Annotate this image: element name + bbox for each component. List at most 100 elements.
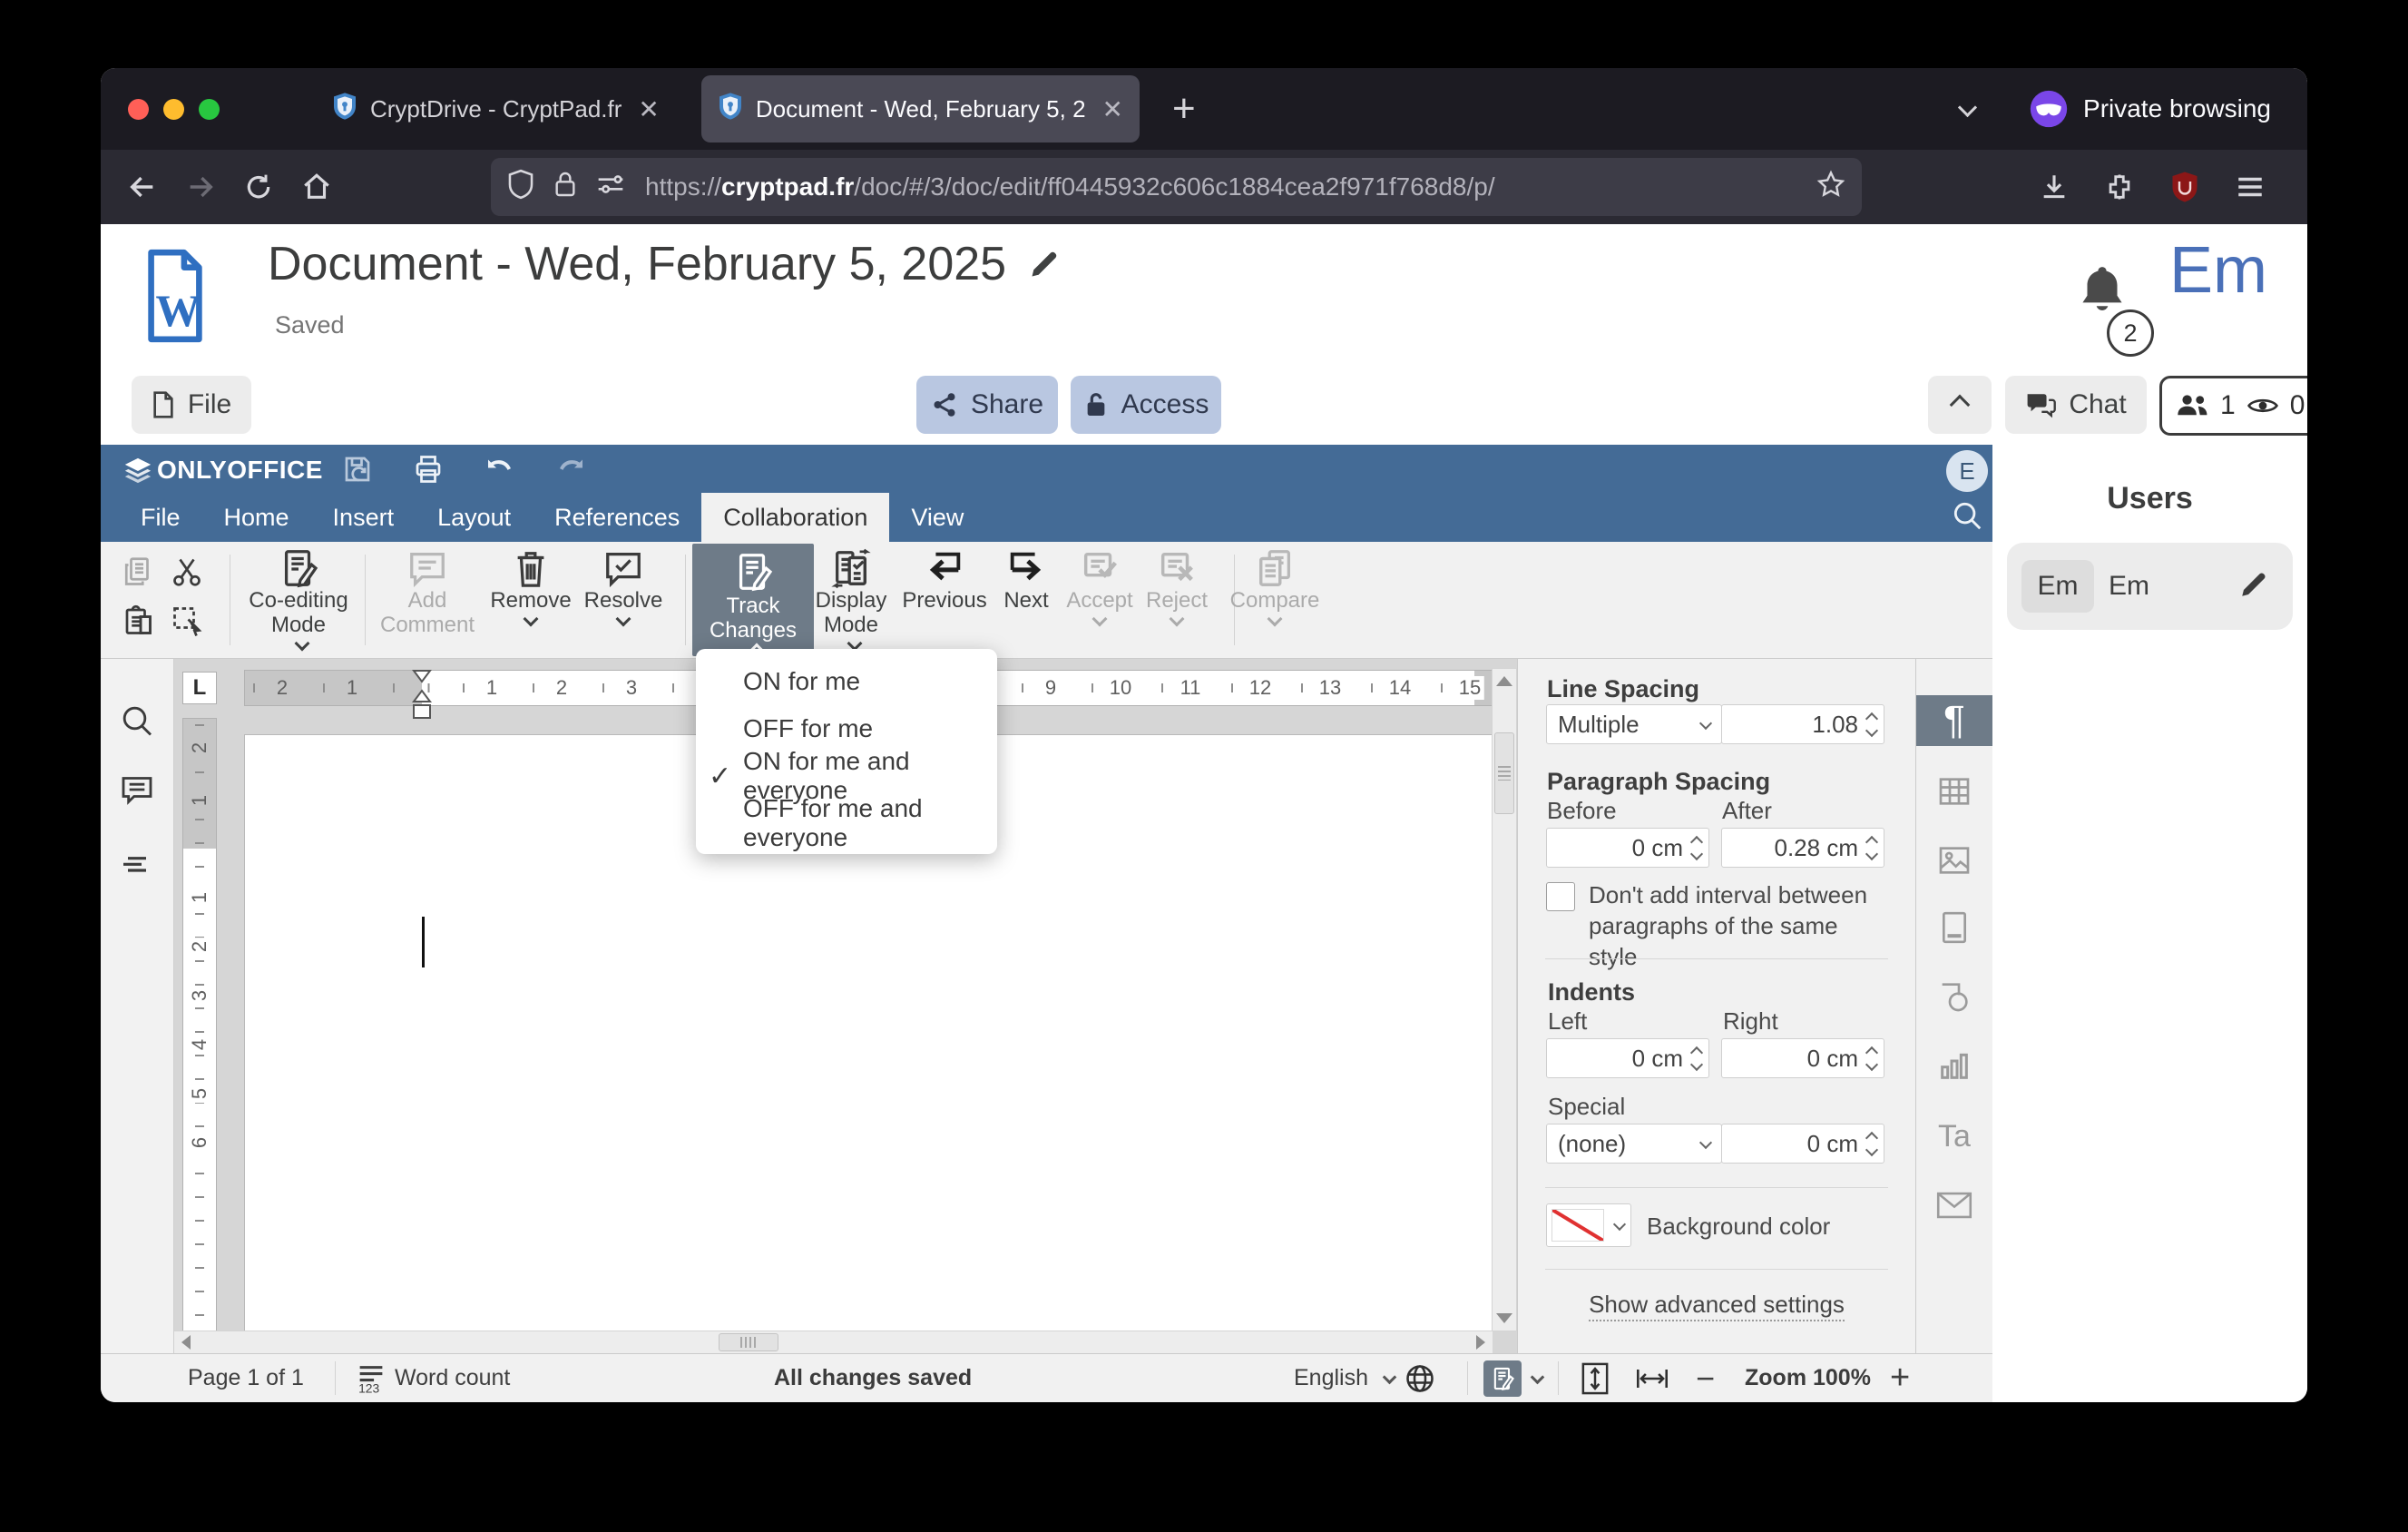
find-icon[interactable] [119, 702, 155, 743]
list-tabs-chevron-icon[interactable] [1953, 95, 1978, 123]
chevron-down-icon[interactable] [1609, 1204, 1630, 1246]
user-list-item[interactable]: Em Em [2007, 543, 2293, 630]
spacing-before-spinner[interactable]: 0 cm [1546, 828, 1709, 868]
spinner-arrows[interactable] [1865, 835, 1879, 861]
comments-panel-icon[interactable] [119, 771, 155, 812]
chat-button[interactable]: Chat [2005, 376, 2147, 434]
menu-item-off-for-me[interactable]: OFF for me [696, 705, 997, 752]
browser-tab-document[interactable]: Document - Wed, February 5, 2 ✕ [700, 75, 1140, 142]
url-bar[interactable]: https://cryptpad.fr/doc/#/3/doc/edit/ff0… [491, 158, 1862, 216]
zoom-out-button[interactable]: − [1696, 1354, 1715, 1402]
editor-user-avatar[interactable]: E [1946, 450, 1988, 492]
extensions-icon[interactable] [2100, 167, 2139, 207]
image-settings-tab[interactable] [1916, 835, 1992, 886]
tab-insert[interactable]: Insert [311, 493, 416, 542]
header-footer-settings-tab[interactable] [1916, 902, 1992, 953]
horizontal-scroll-thumb[interactable] [719, 1333, 778, 1351]
menu-hamburger-icon[interactable] [2230, 167, 2270, 207]
menu-item-off-for-everyone[interactable]: OFF for me and everyone [696, 794, 997, 851]
dont-add-interval-checkbox[interactable] [1546, 882, 1575, 911]
spinner-arrows[interactable] [1865, 712, 1879, 738]
chart-settings-tab[interactable] [1916, 1040, 1992, 1091]
notifications-bell-icon[interactable]: 2 [2074, 262, 2154, 357]
user-count-indicator[interactable]: 1 0 [2159, 376, 2307, 436]
special-amount-spinner[interactable]: 0 cm [1721, 1124, 1884, 1164]
forward-icon[interactable] [181, 167, 220, 207]
coediting-mode-button[interactable]: Co-editing Mode [235, 547, 362, 652]
print-icon[interactable] [409, 450, 447, 488]
scroll-up-arrow[interactable] [1496, 676, 1512, 686]
undo-icon[interactable] [480, 450, 518, 488]
browser-tab-cryptdrive[interactable]: CryptDrive - CryptPad.fr ✕ [316, 75, 676, 142]
select-all-icon[interactable] [168, 602, 206, 640]
word-count-button[interactable]: 123 Word count [357, 1354, 510, 1402]
url-text[interactable]: https://cryptpad.fr/doc/#/3/doc/edit/ff0… [645, 172, 1804, 201]
reload-icon[interactable] [239, 167, 279, 207]
connection-lock-icon[interactable] [553, 170, 578, 205]
copy-icon[interactable] [119, 553, 157, 591]
language-selector[interactable]: English [1294, 1354, 1397, 1402]
menu-item-on-for-me[interactable]: ON for me [696, 658, 997, 705]
show-advanced-settings-link[interactable]: Show advanced settings [1518, 1291, 1915, 1321]
shape-settings-tab[interactable] [1916, 971, 1992, 1022]
share-button[interactable]: Share [916, 376, 1058, 434]
mail-merge-settings-tab[interactable] [1916, 1180, 1992, 1231]
track-changes-status-button[interactable] [1483, 1354, 1545, 1402]
scroll-right-arrow[interactable] [1476, 1335, 1485, 1350]
page-indicator[interactable]: Page 1 of 1 [188, 1354, 304, 1402]
navigation-headings-icon[interactable] [119, 848, 155, 889]
line-spacing-select[interactable]: Multiple [1546, 704, 1722, 744]
minimize-window-button[interactable] [163, 98, 184, 120]
close-tab-icon[interactable]: ✕ [638, 94, 659, 124]
paste-icon[interactable] [119, 602, 157, 640]
access-button[interactable]: Access [1071, 376, 1221, 434]
fit-page-button[interactable] [1580, 1354, 1610, 1402]
close-window-button[interactable] [128, 98, 149, 120]
resolve-comment-button[interactable]: Resolve [560, 547, 687, 627]
back-icon[interactable] [122, 167, 162, 207]
tracking-protection-shield-icon[interactable] [507, 169, 534, 206]
close-tab-icon[interactable]: ✕ [1102, 94, 1123, 124]
special-select[interactable]: (none) [1546, 1124, 1722, 1164]
tab-stop-selector[interactable]: L [182, 672, 217, 704]
scroll-down-arrow[interactable] [1496, 1313, 1512, 1323]
vertical-scrollbar[interactable] [1492, 668, 1517, 1331]
tab-view[interactable]: View [889, 493, 985, 542]
edit-name-pencil-icon[interactable] [2238, 569, 2269, 604]
zoom-in-button[interactable]: + [1890, 1354, 1910, 1402]
spellcheck-globe-icon[interactable] [1404, 1354, 1436, 1402]
cut-icon[interactable] [168, 553, 206, 591]
save-icon[interactable] [338, 450, 377, 488]
fit-width-button[interactable] [1634, 1354, 1670, 1402]
rename-pencil-icon[interactable] [1028, 248, 1061, 280]
tab-references[interactable]: References [533, 493, 701, 542]
compare-button[interactable]: Compare [1211, 547, 1338, 627]
textart-settings-tab[interactable]: Ta [1916, 1111, 1992, 1162]
redo-icon[interactable] [553, 450, 591, 488]
tab-collaboration[interactable]: Collaboration [701, 493, 890, 542]
maximize-window-button[interactable] [199, 98, 220, 120]
spinner-arrows[interactable] [1689, 835, 1704, 861]
line-spacing-amount-spinner[interactable]: 1.08 [1721, 704, 1884, 744]
background-color-picker[interactable] [1546, 1203, 1631, 1247]
table-settings-tab[interactable] [1916, 766, 1992, 817]
indent-left-spinner[interactable]: 0 cm [1546, 1038, 1709, 1078]
spinner-arrows[interactable] [1865, 1046, 1879, 1072]
vertical-scroll-thumb[interactable] [1494, 732, 1514, 814]
scroll-left-arrow[interactable] [181, 1335, 191, 1350]
indent-marker[interactable] [412, 669, 432, 727]
indent-right-spinner[interactable]: 0 cm [1721, 1038, 1884, 1078]
spinner-arrows[interactable] [1865, 1131, 1879, 1157]
horizontal-scrollbar[interactable] [174, 1331, 1493, 1353]
tab-file[interactable]: File [119, 493, 202, 542]
spinner-arrows[interactable] [1689, 1046, 1704, 1072]
permissions-icon[interactable] [596, 172, 625, 202]
new-tab-button[interactable]: + [1172, 86, 1196, 132]
document-title-text[interactable]: Document - Wed, February 5, 2025 [268, 237, 1006, 291]
editor-search-icon[interactable] [1950, 497, 1984, 538]
ublock-icon[interactable] [2165, 167, 2205, 207]
tab-home[interactable]: Home [202, 493, 311, 542]
collapse-toolbar-button[interactable] [1928, 376, 1992, 434]
file-menu-button[interactable]: File [132, 376, 251, 434]
v-ruler[interactable]: 2 1 1 2 3 4 5 6 [182, 718, 217, 1346]
